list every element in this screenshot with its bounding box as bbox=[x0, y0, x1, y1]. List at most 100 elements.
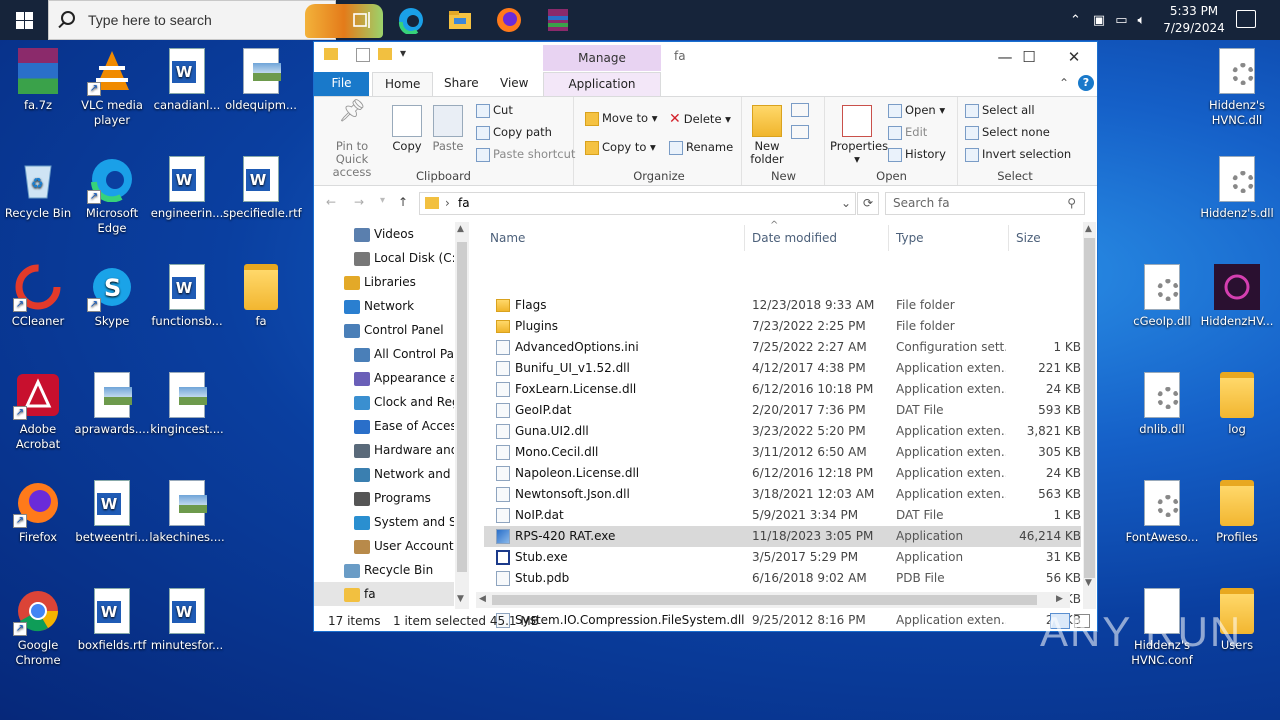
volume-icon[interactable]: 🔈︎ bbox=[1138, 13, 1146, 28]
up-arrow-icon[interactable]: ↑ bbox=[398, 195, 408, 209]
desktop-icon[interactable]: Firefox bbox=[0, 480, 76, 545]
nav-item[interactable]: Libraries bbox=[314, 270, 454, 294]
nav-item[interactable]: Appearance an bbox=[314, 366, 454, 390]
nav-item[interactable]: System and Se bbox=[314, 510, 454, 534]
open-button[interactable]: Open ▾ bbox=[888, 103, 945, 118]
history-button[interactable]: History bbox=[888, 147, 946, 162]
nav-item[interactable]: User Accounts bbox=[314, 534, 454, 558]
desktop-icon[interactable]: aprawards.... bbox=[74, 372, 150, 437]
desktop-icon[interactable]: HiddenzHV... bbox=[1199, 264, 1275, 329]
nav-item[interactable]: Control Panel bbox=[314, 318, 454, 342]
scroll-down-icon[interactable]: ▼ bbox=[457, 594, 464, 604]
file-row[interactable]: Guna.UI2.dll 3/23/2022 5:20 PM Application… bbox=[484, 421, 1081, 442]
desktop-icon[interactable]: Wminutesfor... bbox=[149, 588, 225, 653]
file-row[interactable]: Mono.Cecil.dll 3/11/2012 6:50 AM Applicati… bbox=[484, 442, 1081, 463]
file-explorer-taskbar-icon[interactable] bbox=[446, 6, 474, 34]
task-view-icon[interactable] bbox=[348, 6, 376, 34]
invert-selection-button[interactable]: Invert selection bbox=[965, 147, 1071, 162]
nav-item[interactable]: Videos bbox=[314, 222, 454, 246]
tab-home[interactable]: Home bbox=[372, 72, 434, 96]
file-row[interactable]: FoxLearn.License.dll 6/12/2016 10:18 PM Ap… bbox=[484, 379, 1081, 400]
taskbar-search-box[interactable]: Type here to search bbox=[48, 0, 383, 40]
title-bar[interactable]: ▾ Manage fa — ☐ ✕ bbox=[314, 42, 1097, 72]
nav-scroll-thumb[interactable] bbox=[457, 242, 467, 572]
search-fa-input[interactable]: Search fa ⚲ bbox=[885, 192, 1085, 215]
column-divider[interactable] bbox=[888, 225, 889, 251]
meet-now-icon[interactable]: ▣ bbox=[1093, 13, 1105, 28]
desktop-icon[interactable]: fa.7z bbox=[0, 48, 76, 113]
file-row[interactable]: GeoIP.dat 2/20/2017 7:36 PM DAT File 593 KB bbox=[484, 400, 1081, 421]
file-row[interactable]: Plugins 7/23/2022 2:25 PM File folder bbox=[484, 316, 1081, 337]
file-row[interactable]: Bunifu_UI_v1.52.dll 4/12/2017 4:38 PM Appl… bbox=[484, 358, 1081, 379]
properties-button[interactable]: Properties ▾ bbox=[830, 105, 888, 166]
scroll-right-icon[interactable]: ▶ bbox=[1056, 594, 1063, 604]
clock[interactable]: 5:33 PM 7/29/2024 bbox=[1162, 3, 1226, 37]
desktop-icon[interactable]: Wboxfields.rtf bbox=[74, 588, 150, 653]
desktop-icon[interactable]: Wfunctionsb... bbox=[149, 264, 225, 329]
horizontal-scrollbar[interactable]: ◀ ▶ bbox=[476, 592, 1070, 608]
column-header-type[interactable]: Type bbox=[896, 231, 924, 245]
delete-button[interactable]: ✕ Delete ▾ bbox=[669, 111, 731, 127]
file-row[interactable]: Napoleon.License.dll 6/12/2016 12:18 PM Ap… bbox=[484, 463, 1081, 484]
breadcrumb-chevron-icon[interactable]: › bbox=[445, 196, 450, 210]
paste-button[interactable]: Paste bbox=[430, 105, 466, 153]
file-row[interactable]: AdvancedOptions.ini 7/25/2022 2:27 AM Conf… bbox=[484, 337, 1081, 358]
desktop-icon[interactable]: Adobe Acrobat bbox=[0, 372, 76, 452]
desktop-icon[interactable]: kingincest.... bbox=[149, 372, 225, 437]
column-divider[interactable] bbox=[1008, 225, 1009, 251]
column-header-size[interactable]: Size bbox=[1016, 231, 1041, 245]
copy-to-button[interactable]: Copy to ▾ bbox=[585, 140, 656, 155]
scroll-up-icon[interactable]: ▲ bbox=[457, 224, 464, 234]
address-dropdown-icon[interactable]: ⌄ bbox=[841, 196, 851, 210]
copy-path-button[interactable]: Copy path bbox=[476, 125, 552, 140]
file-row[interactable]: NoIP.dat 5/9/2021 3:34 PM DAT File 1 KB bbox=[484, 505, 1081, 526]
scroll-up-icon[interactable]: ▲ bbox=[1085, 224, 1092, 234]
nav-item[interactable]: Local Disk (C:) bbox=[314, 246, 454, 270]
tab-view[interactable]: View bbox=[488, 72, 540, 96]
nav-item[interactable]: Ease of Access bbox=[314, 414, 454, 438]
desktop-icon[interactable]: lakechines.... bbox=[149, 480, 225, 545]
pin-quick-access-button[interactable]: 📌︎ Pin to Quick access bbox=[320, 101, 384, 179]
edge-taskbar-icon[interactable] bbox=[397, 6, 425, 35]
close-button[interactable]: ✕ bbox=[1051, 46, 1097, 70]
file-row[interactable]: Stub.pdb 6/16/2018 9:02 AM PDB File 56 KB bbox=[484, 568, 1081, 589]
new-folder-button[interactable]: New folder bbox=[747, 105, 787, 166]
select-all-button[interactable]: Select all bbox=[965, 103, 1035, 118]
tab-application-tools[interactable]: Application Tools bbox=[543, 72, 661, 113]
nav-item[interactable]: fa bbox=[314, 582, 454, 606]
collapse-ribbon-icon[interactable]: ⌃ bbox=[1059, 76, 1069, 90]
desktop-icon[interactable]: CCleaner bbox=[0, 264, 76, 329]
back-arrow-icon[interactable]: ← bbox=[326, 195, 336, 209]
nav-item[interactable]: Programs bbox=[314, 486, 454, 510]
desktop-icon[interactable]: ♻ Recycle Bin bbox=[0, 156, 76, 221]
move-to-button[interactable]: Move to ▾ bbox=[585, 111, 657, 126]
scroll-down-icon[interactable]: ▼ bbox=[1085, 578, 1092, 588]
desktop-icon[interactable]: Profiles bbox=[1199, 480, 1275, 545]
desktop-icon[interactable]: VLC media player bbox=[74, 48, 150, 128]
edit-button[interactable]: Edit bbox=[888, 125, 927, 140]
tab-share[interactable]: Share bbox=[432, 72, 491, 96]
chevron-up-icon[interactable]: ⌃ bbox=[1070, 13, 1081, 28]
help-icon[interactable]: ? bbox=[1078, 75, 1094, 91]
desktop-icon[interactable]: Google Chrome bbox=[0, 588, 76, 668]
forward-arrow-icon[interactable]: → bbox=[354, 195, 364, 209]
maximize-button[interactable]: ☐ bbox=[1006, 46, 1052, 70]
desktop-icon[interactable]: Hiddenz's HVNC.dll bbox=[1199, 48, 1275, 128]
nav-scrollbar[interactable]: ▲ ▼ bbox=[455, 222, 469, 609]
recent-locations-icon[interactable]: ▾ bbox=[380, 195, 385, 206]
desktop-icon[interactable]: cGeoIp.dll bbox=[1124, 264, 1200, 329]
winrar-taskbar-icon[interactable] bbox=[544, 6, 572, 34]
desktop-icon[interactable]: Hiddenz's.dll bbox=[1199, 156, 1275, 221]
scroll-thumb[interactable] bbox=[1084, 238, 1095, 578]
scroll-left-icon[interactable]: ◀ bbox=[479, 594, 486, 604]
desktop-icon[interactable]: Wbetweentri... bbox=[74, 480, 150, 545]
breadcrumb-current[interactable]: fa bbox=[458, 196, 470, 210]
select-none-button[interactable]: Select none bbox=[965, 125, 1050, 140]
desktop-icon[interactable]: fa bbox=[223, 264, 299, 329]
nav-item[interactable]: All Control Par bbox=[314, 342, 454, 366]
address-bar[interactable]: › fa ⌄ bbox=[419, 192, 856, 215]
desktop-icon[interactable]: dnlib.dll bbox=[1124, 372, 1200, 437]
tab-file[interactable]: File bbox=[314, 72, 369, 96]
start-button[interactable] bbox=[0, 0, 48, 40]
network-icon[interactable]: ▭ bbox=[1115, 13, 1127, 28]
